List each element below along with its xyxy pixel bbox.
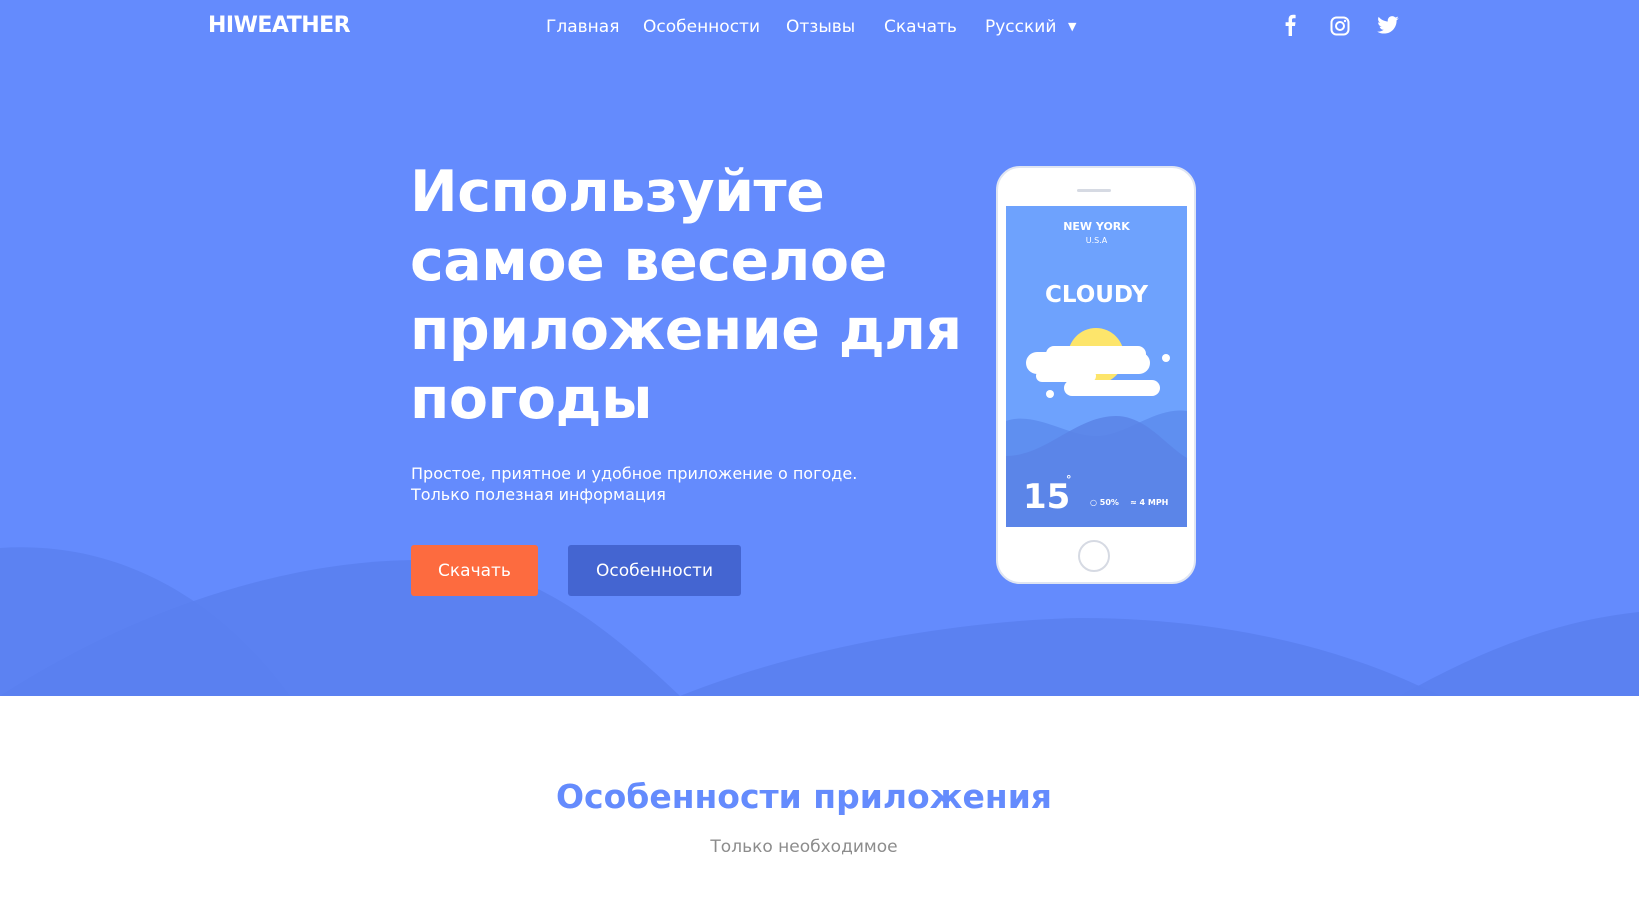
phone-screen: NEW YORK U.S.A CLOUDY 15 ° ○ 50% ≈ 4 MPH xyxy=(1006,206,1187,527)
degree-symbol: ° xyxy=(1066,473,1072,486)
hero-subtitle-line1: Простое, приятное и удобное приложение о… xyxy=(411,464,858,483)
phone-home-button xyxy=(1078,540,1110,572)
nav-item-home[interactable]: Главная xyxy=(546,17,619,37)
hero-subtitle-line2: Только полезная информация xyxy=(411,485,666,504)
hero-section: HIWEATHER Главная Особенности Отзывы Ска… xyxy=(0,0,1639,696)
temperature-value: 15 xyxy=(1023,477,1071,517)
chevron-down-icon[interactable]: ▼ xyxy=(1068,20,1076,33)
features-button[interactable]: Особенности xyxy=(568,545,741,596)
nav-item-reviews[interactable]: Отзывы xyxy=(786,17,855,37)
phone-speaker xyxy=(1077,189,1111,192)
facebook-icon[interactable] xyxy=(1284,14,1296,36)
features-section-subtitle: Только необходимое xyxy=(710,837,898,857)
instagram-icon[interactable] xyxy=(1330,16,1350,36)
weather-condition: CLOUDY xyxy=(1044,282,1149,308)
droplet-icon: ○ xyxy=(1090,498,1100,507)
humidity-value: ○ 50% xyxy=(1090,498,1119,507)
twitter-icon[interactable] xyxy=(1377,16,1399,34)
country-name: U.S.A xyxy=(1085,236,1108,245)
language-selector[interactable]: Русский xyxy=(985,17,1056,37)
hero-subtitle: Простое, приятное и удобное приложение о… xyxy=(411,463,857,505)
wind-text: 4 MPH xyxy=(1139,498,1169,507)
phone-mockup: NEW YORK U.S.A CLOUDY 15 ° ○ 50% ≈ 4 MPH xyxy=(996,166,1196,584)
cloud-icon xyxy=(1026,346,1170,398)
nav-item-download[interactable]: Скачать xyxy=(884,17,957,37)
wind-value: ≈ 4 MPH xyxy=(1130,498,1168,507)
logo[interactable]: HIWEATHER xyxy=(208,13,351,38)
nav-item-features[interactable]: Особенности xyxy=(643,17,760,37)
download-button[interactable]: Скачать xyxy=(411,545,538,596)
wind-icon: ≈ xyxy=(1130,498,1140,507)
hero-headline: Используйте самое веселое приложение для… xyxy=(410,159,962,432)
humidity-text: 50% xyxy=(1099,498,1119,507)
features-section-title: Особенности приложения xyxy=(556,777,1052,816)
city-name: NEW YORK xyxy=(1063,220,1130,233)
